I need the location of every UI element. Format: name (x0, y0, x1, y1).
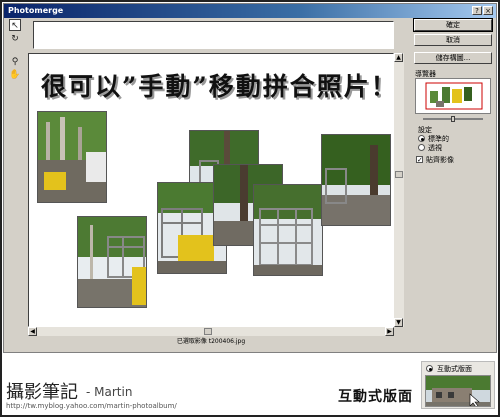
photo-tile-image (38, 112, 106, 202)
vertical-scrollbar[interactable]: ▲ ▼ (394, 53, 404, 327)
photo-tile[interactable] (253, 184, 323, 276)
close-icon[interactable]: × (483, 6, 493, 15)
select-image-tool-icon[interactable]: ↖ (9, 19, 21, 31)
cancel-button[interactable]: 取消 (414, 34, 492, 46)
navigator-thumbnail (425, 82, 483, 110)
navigator-preview[interactable] (415, 78, 491, 114)
rotate-image-tool-icon[interactable]: ↻ (9, 33, 21, 45)
hand-tool-icon[interactable]: ✋ (9, 69, 21, 81)
blog-brand: 攝影筆記 (6, 382, 78, 403)
snap-to-image-label: 貼齊影像 (426, 156, 454, 164)
photo-tile-image (254, 185, 322, 275)
inset-photo-thumbnail (425, 375, 491, 407)
headline-text: 很可以”手動”移動拼合照片！ (41, 72, 394, 101)
slider-thumb[interactable] (451, 116, 455, 122)
interactive-layout-label: 互動式版面 (437, 365, 472, 373)
scroll-left-icon[interactable]: ◀ (28, 327, 37, 336)
scroll-up-icon[interactable]: ▲ (394, 53, 403, 62)
blog-url: http://tw.myblog.yahoo.com/martin-photoa… (6, 402, 177, 410)
photo-tile-image (322, 135, 390, 225)
vertical-scroll-thumb[interactable] (395, 171, 403, 178)
horizontal-scroll-thumb[interactable] (204, 328, 212, 335)
snap-to-image-checkbox[interactable]: ✓ (416, 156, 423, 164)
horizontal-scrollbar[interactable]: ◀ ▶ (28, 327, 394, 336)
scroll-right-icon[interactable]: ▶ (385, 327, 394, 336)
status-text: 已選取影像 t200406.jpg (176, 338, 246, 345)
inset-thumbnail-image (426, 376, 490, 406)
perspective-option-label: 透視 (428, 144, 442, 152)
interactive-layout-radio[interactable] (426, 365, 433, 372)
photo-tile[interactable] (37, 111, 107, 203)
help-button[interactable]: ? (472, 6, 482, 15)
lightbox-strip[interactable] (33, 21, 394, 49)
photo-tile[interactable] (321, 134, 391, 226)
normal-radio[interactable] (418, 135, 425, 142)
zoom-tool-icon[interactable]: ⚲ (9, 56, 21, 68)
author-name: - Martin (86, 385, 133, 399)
feature-caption: 互動式版面 (338, 389, 413, 405)
navigator-zoom-slider[interactable] (415, 116, 491, 122)
photo-tile[interactable] (77, 216, 147, 308)
perspective-radio[interactable] (418, 144, 425, 151)
composition-canvas[interactable]: 很可以”手動”移動拼合照片！ (28, 53, 394, 327)
window-title: Photomerge (4, 4, 496, 18)
scroll-down-icon[interactable]: ▼ (394, 318, 403, 327)
photo-tile-image (78, 217, 146, 307)
save-composition-button[interactable]: 儲存構圖... (414, 52, 492, 64)
ok-button[interactable]: 確定 (414, 19, 492, 31)
